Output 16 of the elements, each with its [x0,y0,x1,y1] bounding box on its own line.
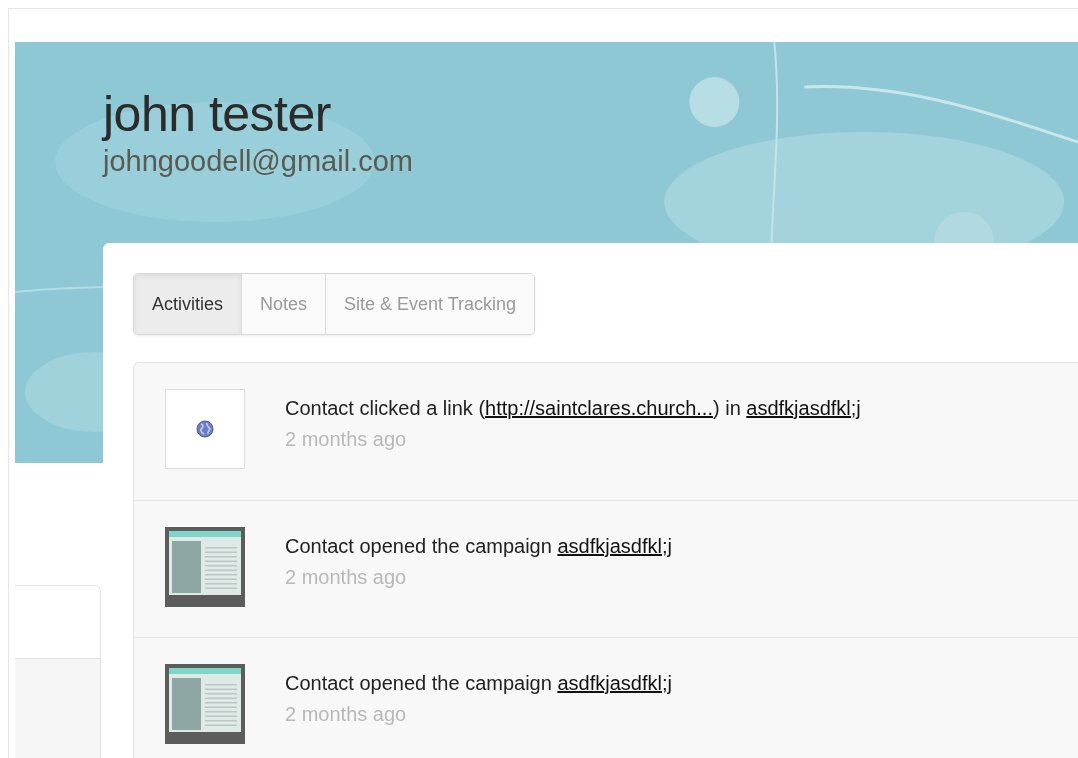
activity-time: 2 months ago [285,703,408,726]
activity-link[interactable]: asdfkjasdfkl;j [557,672,672,694]
activity-text: Contact opened the campaign asdfkjasdfkl;j [285,535,672,558]
email-thumbnail-icon [165,664,245,744]
globe-icon [196,420,214,438]
activity-time: 2 months ago [285,428,408,451]
activity-text: Contact clicked a link (http://saintclares.church...) in asdfkjasdfkl;j [285,397,861,420]
activity-time: 2 months ago [285,566,408,589]
activity-link[interactable]: asdfkjasdfkl;j [746,397,861,419]
contact-name: john tester [103,85,332,144]
email-thumbnail-icon [165,527,245,607]
tab[interactable]: Activities [134,274,242,334]
activity-link[interactable]: asdfkjasdfkl;j [557,535,672,557]
activity-text: Contact opened the campaign asdfkjasdfkl;j [285,672,672,695]
activity-link[interactable]: http://saintclares.church... [485,397,713,419]
contact-email: johngoodell@gmail.com [103,144,414,178]
